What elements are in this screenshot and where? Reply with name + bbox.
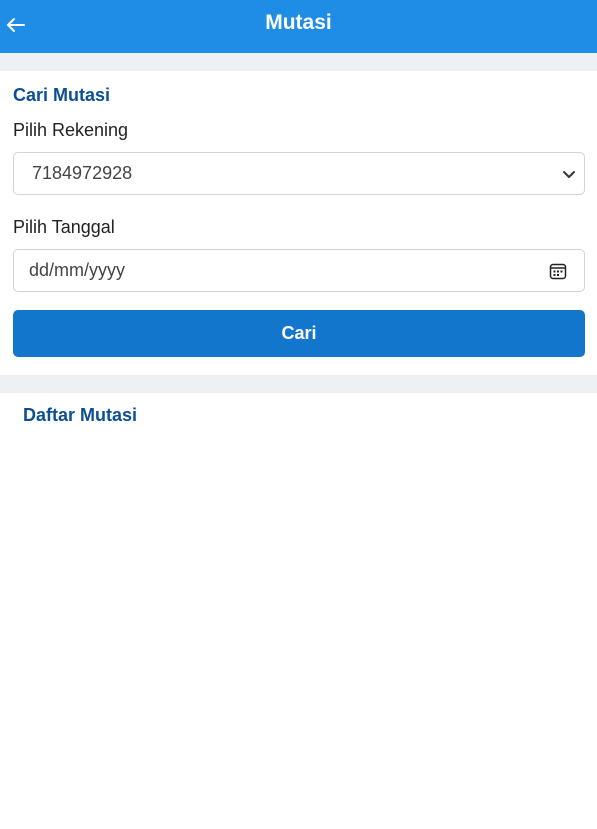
page-title: Mutasi [265, 10, 332, 34]
search-card: Cari Mutasi Pilih Rekening 7184972928 Pi… [0, 71, 597, 375]
search-section-title: Cari Mutasi [13, 85, 111, 105]
section-separator [0, 53, 597, 71]
search-button-label: Cari [281, 323, 317, 343]
mutation-list-title: Daftar Mutasi [23, 405, 138, 425]
app-header: Mutasi [0, 0, 597, 53]
search-button[interactable]: Cari [13, 310, 585, 357]
section-separator [0, 375, 597, 393]
account-select[interactable]: 7184972928 [13, 152, 585, 195]
mutation-list [0, 440, 597, 829]
account-select-value: 7184972928 [32, 163, 133, 183]
chevron-down-icon [563, 171, 575, 178]
date-input-placeholder: dd/mm/yyyy [29, 260, 126, 280]
arrow-left-icon [7, 18, 25, 32]
account-label: Pilih Rekening [13, 120, 129, 140]
date-input[interactable]: dd/mm/yyyy [13, 249, 585, 292]
date-label: Pilih Tanggal [13, 217, 115, 237]
back-button[interactable] [4, 13, 28, 37]
calendar-icon[interactable] [548, 261, 568, 281]
